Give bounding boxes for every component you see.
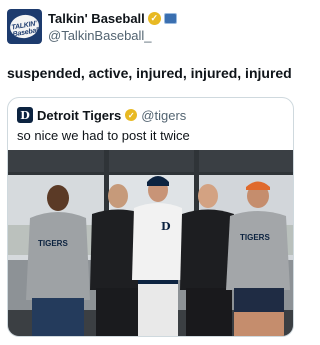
- quoted-author-avatar[interactable]: D: [17, 107, 33, 123]
- uniform-d-logo: D: [161, 220, 171, 233]
- quoted-author-display-name[interactable]: Detroit Tigers: [37, 108, 121, 123]
- verified-badge-icon[interactable]: ✓: [147, 12, 161, 25]
- author-name-row: Talkin' Baseball ✓: [48, 11, 177, 26]
- quoted-tweet-card[interactable]: D Detroit Tigers ✓ @tigers so nice we ha…: [7, 97, 294, 337]
- quoted-tweet-text: so nice we had to post it twice: [17, 128, 190, 143]
- author-handle[interactable]: @TalkinBaseball_: [48, 28, 152, 43]
- hoodie-lettering: TIGERS: [240, 233, 270, 242]
- author-display-name[interactable]: Talkin' Baseball: [48, 11, 145, 26]
- verified-badge-icon[interactable]: ✓: [125, 109, 138, 121]
- quoted-author-handle[interactable]: @tigers: [141, 108, 186, 123]
- quoted-tweet-header: D Detroit Tigers ✓ @tigers: [17, 107, 186, 123]
- tweet-header: TALKIN' Baseball Talkin' Baseball ✓ @Tal…: [7, 8, 297, 46]
- hoodie-lettering: TIGERS: [38, 239, 68, 248]
- team-photo-illustration: TIGERS D TIGERS: [8, 150, 293, 336]
- affiliate-badge-icon[interactable]: [163, 13, 177, 24]
- tweet-text: suspended, active, injured, injured, inj…: [7, 65, 292, 81]
- quoted-tweet-photo[interactable]: TIGERS D TIGERS: [8, 150, 293, 336]
- author-avatar[interactable]: TALKIN' Baseball: [7, 9, 42, 44]
